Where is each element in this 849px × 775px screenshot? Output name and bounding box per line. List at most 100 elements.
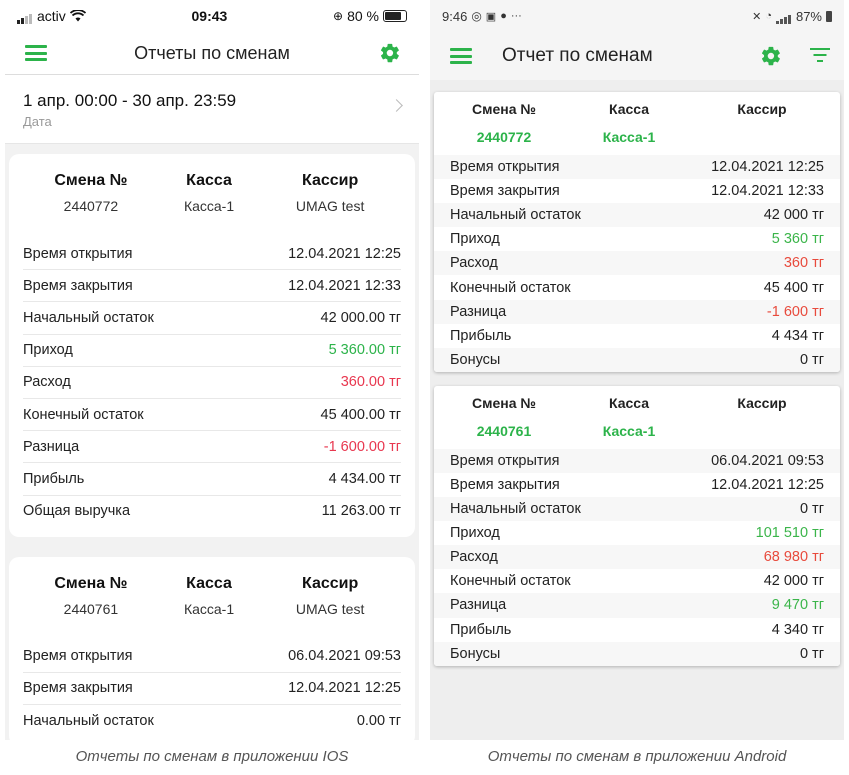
battery-percent: 80 % — [347, 8, 379, 24]
row-value: 42 000 тг — [763, 573, 824, 590]
row-value: 68 980 тг — [763, 549, 824, 566]
row-value: 11 263.00 тг — [321, 503, 401, 520]
row-label: Расход — [450, 549, 498, 566]
report-row: Время закрытия 12.04.2021 12:33 — [23, 270, 401, 303]
report-row: Начальный остаток 0.00 тг — [23, 705, 401, 736]
row-value: 42 000 тг — [763, 207, 824, 224]
row-value: 42 000.00 тг — [320, 309, 401, 326]
date-filter[interactable]: 1 апр. 00:00 - 30 апр. 23:59 Дата — [5, 75, 419, 144]
cashier-label: Кассир — [737, 101, 787, 117]
shift-card[interactable]: Смена № 2440761 Касса Касса-1 Кассир Время… — [434, 385, 840, 666]
report-row: Время открытия 12.04.2021 12:25 — [434, 155, 840, 180]
report-row: Время закрытия 12.04.2021 12:33 — [434, 179, 840, 204]
shift-number-label: Смена № — [472, 394, 536, 411]
row-label: Время открытия — [450, 159, 560, 176]
row-label: Конечный остаток — [23, 406, 144, 423]
row-value: 4 434.00 тг — [328, 470, 401, 487]
kassa-value: Касса-1 — [602, 422, 656, 439]
android-status-bar: 9:46 ◎ ▣ ● ··· ✕ ◔ 87% — [430, 0, 844, 32]
report-row: Время открытия 12.04.2021 12:25 — [23, 238, 401, 271]
filter-icon[interactable] — [810, 48, 830, 64]
row-value: 360 тг — [783, 255, 824, 272]
gear-icon[interactable] — [379, 42, 401, 64]
row-label: Время открытия — [23, 648, 133, 665]
kassa-label: Касса — [608, 101, 650, 117]
row-value: 12.04.2021 12:33 — [288, 277, 401, 294]
shift-number: 2440761 — [476, 422, 532, 439]
shift-card-header: Смена № 2440772 Касса Касса-1 Кассир UMAG t… — [23, 172, 401, 214]
report-row: Прибыль 4 434.00 тг — [23, 463, 401, 496]
android-caption: Отчеты по сменам в приложении Android — [487, 748, 787, 765]
shift-card-header: Смена № 2440772 Касса Касса-1 Кассир — [434, 92, 840, 155]
menu-icon[interactable] — [450, 48, 472, 64]
status-time: 09:43 — [191, 8, 228, 24]
android-toolbar: Отчет по сменам — [430, 32, 844, 80]
report-row: Разница -1 600.00 тг — [23, 431, 401, 464]
ios-status-bar: activ 09:43 ⊕ 80 % — [5, 0, 419, 32]
row-value: 12.04.2021 12:25 — [711, 476, 824, 493]
row-label: Конечный остаток — [450, 279, 571, 296]
cashier-label: Кассир — [737, 394, 787, 411]
more-notifications-icon: ··· — [510, 10, 522, 22]
menu-icon[interactable] — [25, 45, 47, 61]
signal-icon — [775, 9, 792, 24]
battery-percent: 87% — [795, 8, 822, 24]
row-label: Конечный остаток — [450, 573, 571, 590]
shift-card[interactable]: Смена № 2440772 Касса Касса-1 Кассир UMAG t… — [9, 154, 415, 537]
wifi-icon: ◔ — [765, 10, 772, 22]
cashier-label: Кассир — [301, 172, 359, 189]
date-range-value: 1 апр. 00:00 - 30 апр. 23:59 — [23, 91, 237, 110]
row-value: 06.04.2021 09:53 — [711, 452, 824, 469]
report-row: Расход 68 980 тг — [434, 545, 840, 570]
report-row: Начальный остаток 0 тг — [434, 497, 840, 522]
shift-number: 2440772 — [476, 129, 532, 145]
cashier-value: UMAG test — [295, 198, 365, 214]
date-label: Дата — [23, 114, 52, 129]
row-label: Время открытия — [450, 452, 560, 469]
battery-icon — [383, 10, 407, 22]
report-row: Время закрытия 12.04.2021 12:25 — [23, 673, 401, 706]
kassa-value: Касса-1 — [183, 198, 235, 214]
row-value: 45 400.00 тг — [320, 406, 401, 423]
orientation-lock-icon: ⊕ — [333, 9, 344, 23]
ios-screen: activ 09:43 ⊕ 80 % Отчеты по сменам 1 ап… — [5, 0, 419, 740]
row-label: Расход — [23, 374, 71, 391]
report-row: Начальный остаток 42 000.00 тг — [23, 302, 401, 335]
row-value: 45 400 тг — [763, 279, 824, 296]
report-row: Бонусы 0 тг — [434, 347, 840, 372]
shift-card[interactable]: Смена № 2440761 Касса Касса-1 Кассир UMAG t… — [9, 556, 415, 740]
report-row: Конечный остаток 45 400 тг — [434, 275, 840, 300]
row-value: 101 510 тг — [755, 525, 824, 542]
row-value: 0 тг — [799, 645, 824, 662]
signal-icon — [17, 8, 33, 24]
report-row: Время открытия 06.04.2021 09:53 — [434, 448, 840, 473]
report-row: Время закрытия 12.04.2021 12:25 — [434, 472, 840, 498]
report-row: Расход 360 тг — [434, 251, 840, 276]
row-value: 0 тг — [799, 351, 824, 368]
chat-icon: ● — [500, 10, 507, 22]
row-label: Прибыль — [450, 327, 512, 344]
page-title: Отчеты по сменам — [134, 42, 290, 63]
gear-icon[interactable] — [760, 45, 782, 67]
row-value: 12.04.2021 12:33 — [711, 183, 824, 200]
row-label: Начальный остаток — [23, 712, 154, 729]
page-title: Отчет по сменам — [502, 45, 653, 66]
ios-nav-bar: Отчеты по сменам — [5, 32, 419, 75]
row-label: Бонусы — [450, 351, 501, 368]
row-value: 12.04.2021 12:25 — [711, 159, 824, 176]
row-value: -1 600.00 тг — [323, 438, 401, 455]
row-value: -1 600 тг — [766, 303, 824, 320]
shift-number-label: Смена № — [472, 101, 536, 117]
whatsapp-icon: ◎ — [471, 9, 482, 23]
report-row: Бонусы 0 тг — [434, 641, 840, 666]
row-label: Время закрытия — [23, 277, 133, 294]
report-row: Время открытия 06.04.2021 09:53 — [23, 641, 401, 673]
row-label: Общая выручка — [23, 503, 131, 520]
row-label: Разница — [450, 597, 507, 614]
shift-number: 2440761 — [63, 600, 119, 617]
row-label: Приход — [23, 342, 73, 359]
row-value: 5 360 тг — [771, 231, 824, 248]
row-value: 12.04.2021 12:25 — [288, 245, 401, 262]
shift-card[interactable]: Смена № 2440772 Касса Касса-1 Кассир Время… — [434, 92, 840, 372]
row-value: 4 434 тг — [771, 327, 824, 344]
